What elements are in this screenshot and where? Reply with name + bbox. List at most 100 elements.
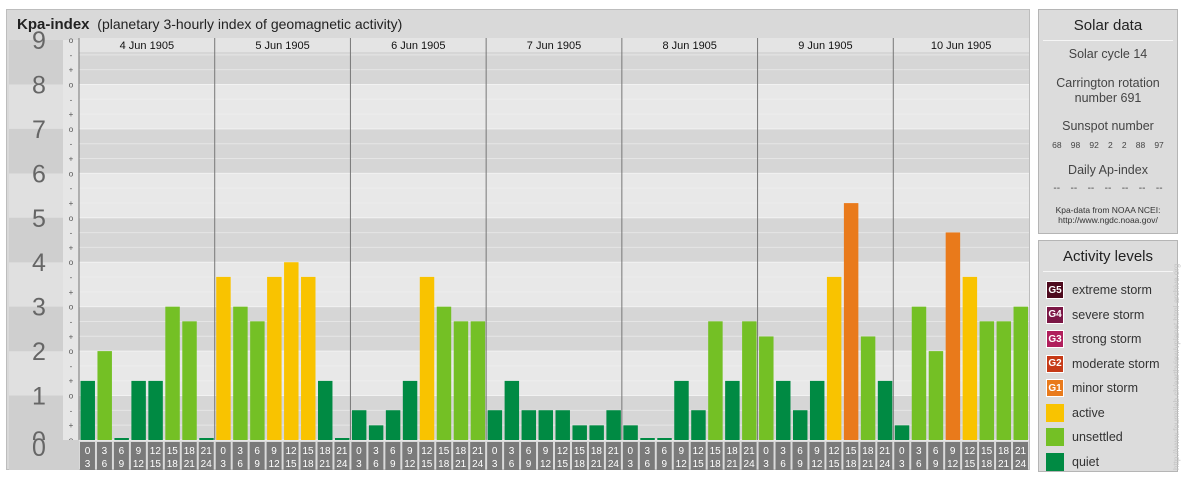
kp-bar (487, 410, 503, 440)
hour-label-start: 3 (102, 446, 108, 457)
kp-bar (894, 425, 910, 440)
hour-label-start: 9 (678, 446, 684, 457)
hour-label-end: 15 (964, 459, 976, 470)
kp-bar (809, 380, 825, 440)
kp-bar (860, 336, 876, 440)
hour-label-end: 18 (981, 459, 993, 470)
kp-bar (504, 380, 520, 440)
hour-label-end: 12 (269, 459, 281, 470)
kp-bar (623, 425, 638, 440)
y-minor-label: + (69, 199, 74, 208)
band-4 (79, 217, 1029, 263)
hour-label-start: 6 (661, 446, 667, 457)
y-minor-label: + (69, 110, 74, 119)
day-label: 10 Jun 1905 (931, 40, 992, 52)
y-minor-label: - (70, 184, 73, 193)
band-6 (79, 128, 1029, 174)
hour-label-start: 15 (574, 446, 586, 457)
y-minor-label: o (69, 347, 74, 356)
y-minor-label: + (69, 332, 74, 341)
day-label: 9 Jun 1905 (798, 40, 852, 52)
hour-label-start: 6 (933, 446, 939, 457)
kp-bar (1013, 306, 1028, 440)
carrington-line2: number 691 (1074, 91, 1142, 105)
kp-bar (148, 380, 163, 440)
kp-bar (182, 321, 197, 440)
kp-bar (640, 438, 655, 440)
legend-item-unsettled: unsettled (1039, 425, 1177, 450)
hour-label-start: 21 (336, 446, 348, 457)
legend-label: severe storm (1072, 307, 1145, 322)
activity-legend: G5 extreme storm G4 severe storm G3 strong st… (1039, 278, 1177, 474)
legend-label: unsettled (1072, 430, 1123, 445)
sunspot-value: 92 (1089, 140, 1099, 150)
hour-label-start: 15 (302, 446, 314, 457)
kp-bar (589, 425, 604, 440)
hour-label-start: 21 (744, 446, 756, 457)
ap-value: -- (1070, 183, 1078, 194)
kp-bar (674, 380, 689, 440)
y-minor-label: - (70, 51, 73, 60)
hour-label-end: 21 (591, 459, 603, 470)
y-minor-label: + (69, 421, 74, 430)
hour-label-start: 0 (85, 446, 91, 457)
hour-label-start: 6 (526, 446, 532, 457)
hour-label-start: 9 (814, 446, 820, 457)
hour-label-end: 9 (254, 459, 260, 470)
y-minor-label: o (69, 258, 74, 267)
hour-label-start: 18 (998, 446, 1010, 457)
kp-bar (165, 306, 180, 440)
y-tick-label: 5 (32, 205, 46, 233)
hour-label-end: 12 (947, 459, 959, 470)
hour-label-start: 9 (543, 446, 549, 457)
ap-values: -- -- -- -- -- -- -- (1043, 183, 1173, 194)
kp-bar (114, 438, 129, 440)
hour-label-start: 21 (201, 446, 213, 457)
legend-label: active (1072, 405, 1105, 420)
kp-bar (945, 232, 961, 440)
hour-label-end: 9 (933, 459, 939, 470)
kp-bar (267, 276, 282, 440)
sunspot-title: Sunspot number (1062, 119, 1154, 133)
kp-bar (538, 410, 553, 440)
hour-label-end: 18 (302, 459, 314, 470)
credit-text: http://www.fourmilab.ch/earthview/vplane… (1172, 263, 1181, 470)
ap-value: -- (1155, 183, 1163, 194)
kp-bar (216, 276, 231, 440)
kp-bar (606, 410, 621, 440)
ap-title: Daily Ap-index (1068, 163, 1148, 177)
y-minor-label: o (69, 392, 74, 401)
hour-label-start: 0 (899, 446, 905, 457)
hour-label-start: 18 (591, 446, 603, 457)
ap-value: -- (1053, 183, 1061, 194)
kp-bar (368, 425, 384, 440)
hour-label-start: 18 (184, 446, 196, 457)
kp-bar (385, 410, 401, 440)
kp-bar (691, 410, 706, 440)
legend-swatch: G2 (1046, 354, 1064, 373)
kp-bar (80, 380, 95, 440)
legend-item-severe-storm: G4 severe storm (1039, 303, 1177, 328)
hour-label-end: 15 (828, 459, 840, 470)
hour-label-end: 3 (356, 459, 362, 470)
kp-bar (402, 380, 418, 440)
kp-bar (470, 321, 486, 440)
kp-bar (97, 351, 112, 440)
legend-item-quiet: quiet (1039, 450, 1177, 475)
hour-label-start: 15 (981, 446, 993, 457)
hour-label-start: 15 (710, 446, 722, 457)
hour-label-end: 15 (150, 459, 162, 470)
hour-label-start: 12 (150, 446, 162, 457)
hour-label-start: 0 (356, 446, 362, 457)
legend-item-moderate-storm: G2 moderate storm (1039, 352, 1177, 377)
y-tick-label: 7 (32, 116, 46, 144)
hour-label-end: 12 (133, 459, 145, 470)
hour-label-start: 12 (421, 446, 433, 457)
y-minor-label: o (69, 169, 74, 178)
hour-label-start: 12 (285, 446, 297, 457)
hour-label-end: 6 (916, 459, 922, 470)
hour-label-start: 12 (693, 446, 705, 457)
hour-label-start: 3 (645, 446, 651, 457)
source-line2: http://www.ngdc.noaa.gov/ (1058, 215, 1158, 225)
hour-label-start: 6 (390, 446, 396, 457)
